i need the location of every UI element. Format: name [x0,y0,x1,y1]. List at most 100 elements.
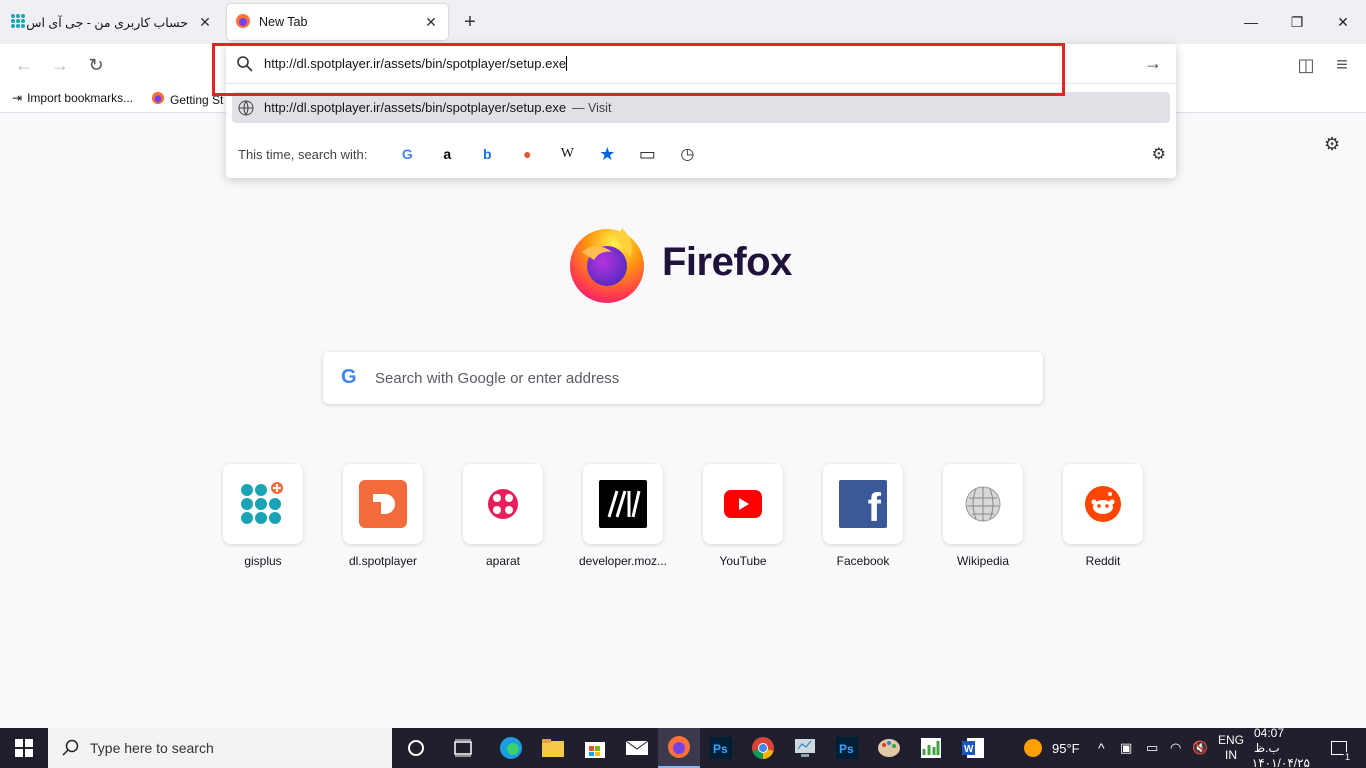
amazon-icon[interactable]: a [427,140,467,168]
forward-button[interactable]: → [46,52,74,78]
back-button[interactable]: ← [10,52,38,78]
language-indicator[interactable]: ENG IN [1218,728,1244,768]
google-icon: G [341,366,357,388]
chrome-icon[interactable] [742,728,784,768]
clock-date: ۱۴۰۱/۰۴/۲۵ [1251,755,1310,768]
spotplayer-icon [359,480,407,528]
tab-new-tab[interactable]: New Tab ✕ [227,4,448,40]
svg-text:W: W [964,744,974,755]
taskbar-search-box[interactable] [48,728,392,768]
edge-icon[interactable] [490,728,532,768]
top-site-tile[interactable] [1063,464,1143,544]
new-tab-button[interactable]: + [458,10,482,34]
newtab-search-input[interactable] [375,352,1015,404]
newtab-settings-icon[interactable]: ⚙ [1324,134,1340,155]
bookmarks-icon[interactable]: ★ [587,140,627,168]
go-arrow-icon[interactable]: → [1144,53,1162,74]
top-site-gisplus[interactable]: gisplus [223,464,303,568]
urlbar-dropdown: http://dl.spotplayer.ir/assets/bin/spotp… [226,44,1176,178]
top-site-aparat[interactable]: aparat [463,464,543,568]
top-site-tile[interactable] [343,464,423,544]
urlbar[interactable]: http://dl.spotplayer.ir/assets/bin/spotp… [226,44,1176,84]
finance-chart-icon[interactable] [910,728,952,768]
urlbar-input[interactable]: http://dl.spotplayer.ir/assets/bin/spotp… [264,56,568,71]
tabs-icon[interactable]: ▭ [627,140,667,168]
word-icon[interactable]: W [952,728,994,768]
paint-icon[interactable] [868,728,910,768]
meet-now-icon[interactable]: ▣ [1120,728,1132,768]
newtab-search-box[interactable]: G [323,352,1043,404]
aparat-icon [488,489,518,519]
search-with-label: This time, search with: [238,146,368,162]
bookmark-import[interactable]: ⇥ Import bookmarks... [12,91,133,105]
top-site-tile[interactable] [703,464,783,544]
weather-temp: 95°F [1052,740,1080,756]
cortana-icon[interactable] [395,728,437,768]
firefox-wordmark: Firefox [662,240,792,284]
app-menu-button[interactable]: ≡ [1328,52,1356,78]
top-site-developer-mozilla[interactable]: developer.moz... [579,464,667,568]
engine-glyph: ▭ [638,143,656,164]
pocket-button[interactable]: ◫ [1292,52,1320,78]
close-tab-icon[interactable]: ✕ [194,11,216,33]
wikipedia-icon[interactable]: W [547,140,587,168]
top-site-tile[interactable]: f [823,464,903,544]
suggestion-visit-row[interactable]: http://dl.spotplayer.ir/assets/bin/spotp… [232,92,1170,123]
top-site-dl-spotplayer[interactable]: dl.spotplayer [343,464,423,568]
urlbar-value: http://dl.spotplayer.ir/assets/bin/spotp… [264,56,567,71]
top-site-reddit[interactable]: Reddit [1063,464,1143,568]
file-explorer-icon[interactable] [532,728,574,768]
tab-title: New Tab [259,15,308,29]
google-icon[interactable]: G [387,140,427,168]
task-view-icon[interactable] [442,728,484,768]
mail-icon[interactable] [616,728,658,768]
top-site-tile[interactable] [463,464,543,544]
close-window-button[interactable]: ✕ [1320,0,1366,44]
notifications-button[interactable]: 1 [1324,728,1354,768]
bookmark-label: Import bookmarks... [27,91,134,105]
bookmark-getting-started[interactable]: Getting St [151,91,223,108]
bing-icon[interactable]: b [467,140,507,168]
photoshop-icon[interactable]: Ps [700,728,742,768]
weather-widget[interactable]: 95°F [1024,728,1080,768]
firefox-taskbar-icon[interactable] [658,728,700,768]
show-hidden-icons-icon[interactable]: ^ [1098,728,1105,768]
gisplus-favicon-icon [10,13,26,32]
search-engine-row: This time, search with: G a b ● W ★ ▭ ◷ … [226,138,1176,170]
tab-strip: حساب کاربری من - جی آی اس پلاس ✕ New Tab… [0,0,1366,44]
clock[interactable]: 04:07 ب.ظ ۱۴۰۱/۰۴/۲۵ [1251,726,1310,768]
duckduckgo-icon[interactable]: ● [507,140,547,168]
region-code: IN [1225,748,1237,762]
system-monitor-icon[interactable] [784,728,826,768]
mdn-icon [599,480,647,528]
wikipedia-globe-icon [965,486,1001,522]
tab-gisplus[interactable]: حساب کاربری من - جی آی اس پلاس ✕ [0,4,222,40]
top-site-label: gisplus [244,554,282,568]
restore-button[interactable]: ❐ [1274,0,1320,44]
search-settings-icon[interactable]: ⚙ [1152,144,1166,164]
top-site-tile[interactable] [583,464,663,544]
svg-text:Ps: Ps [839,742,854,756]
wifi-icon[interactable]: ◠ [1170,728,1181,768]
reload-button[interactable]: ↻ [82,52,110,78]
top-site-youtube[interactable]: YouTube [703,464,783,568]
top-site-wikipedia[interactable]: Wikipedia [943,464,1023,568]
reddit-icon [1085,486,1121,522]
top-site-facebook[interactable]: f Facebook [823,464,903,568]
top-site-tile[interactable] [223,464,303,544]
top-site-tile[interactable] [943,464,1023,544]
windows-taskbar: Ps Ps W 95°F ^ ▣ ▭ ◠ 🔇 ENG IN 04:07 ب.ظ … [0,726,1366,768]
minimize-button[interactable]: — [1228,0,1274,44]
battery-icon[interactable]: ▭ [1146,728,1158,768]
start-button[interactable] [0,728,48,768]
close-tab-icon[interactable]: ✕ [420,11,442,33]
volume-muted-icon[interactable]: 🔇 [1192,728,1208,768]
microsoft-store-icon[interactable] [574,728,616,768]
top-site-label: dl.spotplayer [348,554,418,568]
globe-icon [238,100,254,115]
taskbar-search-input[interactable] [90,740,370,756]
photoshop-2-icon[interactable]: Ps [826,728,868,768]
firefox-favicon-icon [235,13,251,32]
top-site-label: Facebook [836,554,890,568]
history-icon[interactable]: ◷ [667,140,707,168]
